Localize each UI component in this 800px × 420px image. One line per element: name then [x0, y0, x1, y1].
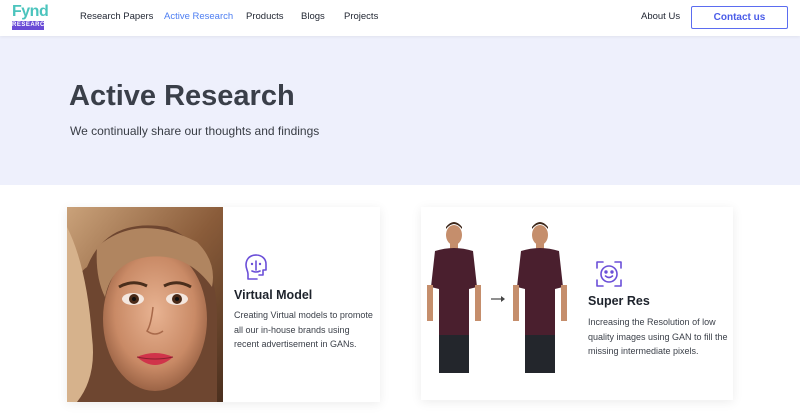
model-face-image — [67, 207, 223, 402]
nav-link-products[interactable]: Products — [246, 11, 284, 22]
nav-link-active-research[interactable]: Active Research — [164, 11, 233, 22]
top-navbar: Fynd RESEARCH Research Papers Active Res… — [0, 0, 800, 36]
nav-link-research-papers[interactable]: Research Papers — [80, 11, 153, 22]
card-title: Super Res — [588, 294, 650, 308]
hero-section: Active Research We continually share our… — [0, 36, 800, 185]
smiley-scan-icon — [595, 260, 623, 293]
brand-logo-subtext: RESEARCH — [12, 21, 50, 30]
super-res-comparison-image — [421, 207, 571, 400]
card-description: Increasing the Resolution of low quality… — [588, 317, 728, 356]
research-card-super-res[interactable]: Super Res Increasing the Resolution of l… — [421, 207, 733, 400]
brand-logo-text: Fynd — [12, 3, 49, 20]
page-title: Active Research — [69, 80, 295, 112]
brand-logo[interactable]: Fynd RESEARCH — [12, 4, 50, 30]
card-title: Virtual Model — [234, 288, 313, 302]
research-card-virtual-model[interactable]: Virtual Model Creating Virtual models to… — [67, 207, 380, 402]
nav-link-blogs[interactable]: Blogs — [301, 11, 325, 22]
contact-us-button[interactable]: Contact us — [691, 6, 788, 29]
face-scan-icon — [243, 253, 269, 286]
nav-link-projects[interactable]: Projects — [344, 11, 378, 22]
page-subtitle: We continually share our thoughts and fi… — [70, 124, 320, 138]
nav-link-about-us[interactable]: About Us — [641, 11, 680, 22]
card-description: Creating Virtual models to promote all o… — [234, 310, 373, 349]
